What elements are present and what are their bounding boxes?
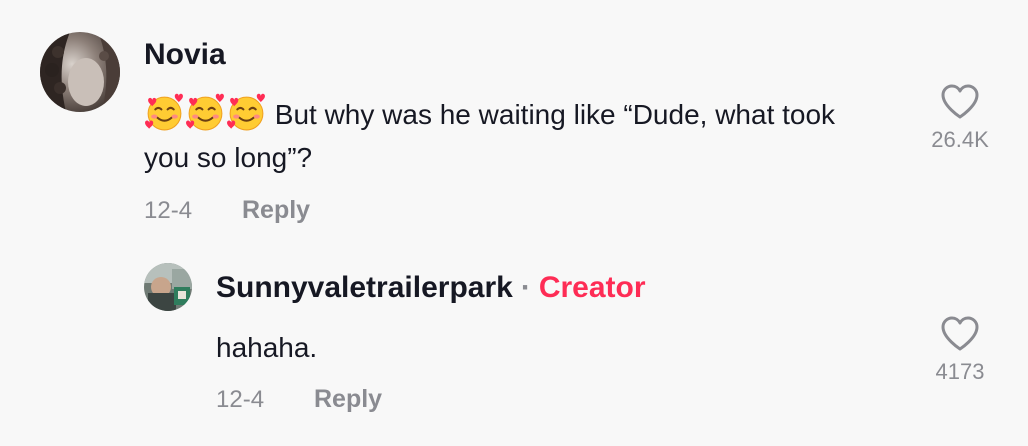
reply-username-row: Sunnyvaletrailerpark · Creator [216, 271, 646, 305]
reply-button[interactable]: Reply [242, 196, 310, 225]
reply-date: 12-4 [216, 386, 265, 413]
reply-button[interactable]: Reply [314, 385, 382, 414]
comment-username[interactable]: Novia [144, 38, 226, 72]
heart-outline-icon [941, 84, 979, 119]
avatar[interactable] [40, 32, 120, 112]
smiling-face-with-hearts-icon [185, 92, 226, 133]
like-button[interactable]: 4173 [910, 316, 1010, 385]
heart-outline-icon [941, 316, 979, 351]
smiling-face-with-hearts-icon [144, 92, 185, 133]
reply-username[interactable]: Sunnyvaletrailerpark [216, 271, 513, 304]
creator-badge: Creator [538, 271, 646, 304]
like-count: 26.4K [931, 127, 989, 152]
like-count: 4173 [935, 359, 985, 384]
comment-date: 12-4 [144, 197, 193, 224]
like-button[interactable]: 26.4K [910, 84, 1010, 153]
reply-text: hahaha. [216, 332, 318, 363]
comment-text: But why was he waiting like “Dude, what … [144, 92, 884, 179]
separator-dot: · [520, 271, 531, 304]
avatar[interactable] [144, 263, 192, 311]
smiling-face-with-hearts-icon [226, 92, 267, 133]
